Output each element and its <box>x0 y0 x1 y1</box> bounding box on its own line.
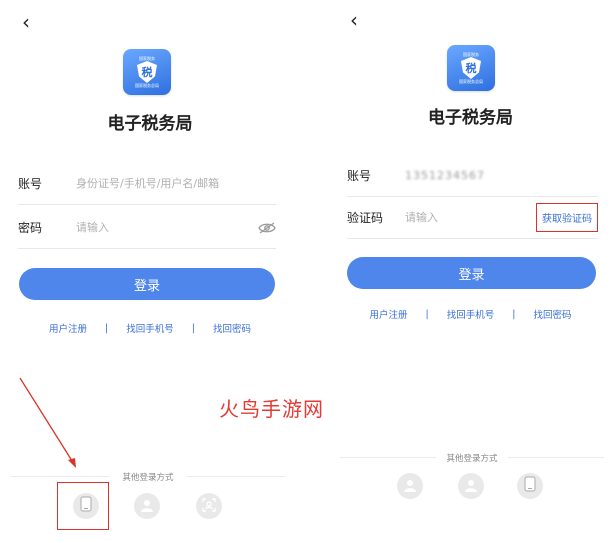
shield-icon: 税 <box>137 61 157 83</box>
other-methods-label: 其他登录方式 <box>446 454 498 464</box>
recover-phone-link[interactable]: 找回手机号 <box>126 321 174 335</box>
login-panel-password: ‹ 国家税务 税 国家税务总局 电子税务局 账号 密码 登录 用户注册 | 找回… <box>0 0 300 543</box>
account-login-option[interactable] <box>134 493 160 519</box>
register-link[interactable]: 用户注册 <box>370 307 408 321</box>
account-row: 账号 <box>18 163 276 205</box>
recover-password-link[interactable]: 找回密码 <box>213 321 251 335</box>
login-panel-sms: ‹ 国家税务 税 国家税务总局 电子税务局 账号 1351234567 验证码 … <box>330 0 611 543</box>
password-input[interactable] <box>76 221 258 234</box>
other-methods-label: 其他登录方式 <box>122 473 174 483</box>
phone-icon <box>524 476 536 496</box>
user-avatar-icon <box>464 477 478 496</box>
app-logo: 国家税务 税 国家税务总局 <box>447 45 495 91</box>
register-link[interactable]: 用户注册 <box>49 321 87 335</box>
recover-password-link[interactable]: 找回密码 <box>533 307 571 321</box>
user-avatar-icon <box>140 497 154 516</box>
app-title: 电子税务局 <box>428 108 513 128</box>
get-code-button[interactable]: 获取验证码 <box>536 203 598 232</box>
code-row: 验证码 获取验证码 <box>347 197 598 239</box>
footer-links: 用户注册 | 找回手机号 | 找回密码 <box>49 321 251 336</box>
app-logo: 国家税务 税 国家税务总局 <box>123 49 171 95</box>
login-button[interactable]: 登录 <box>19 268 275 300</box>
face-scan-icon <box>202 497 216 516</box>
code-input[interactable] <box>405 211 536 224</box>
account-login-option-2[interactable] <box>458 473 484 499</box>
recover-phone-link[interactable]: 找回手机号 <box>447 307 495 321</box>
watermark-text: 火鸟手游网 <box>219 397 324 421</box>
account-input[interactable] <box>76 177 276 190</box>
back-icon[interactable]: ‹ <box>350 8 358 32</box>
account-label: 账号 <box>18 177 43 191</box>
footer-links: 用户注册 | 找回手机号 | 找回密码 <box>369 307 572 322</box>
app-title: 电子税务局 <box>107 114 193 134</box>
phone-login-option[interactable] <box>517 473 543 499</box>
annotation-arrow <box>19 377 76 468</box>
account-row: 账号 1351234567 <box>347 155 598 197</box>
eye-off-icon[interactable] <box>258 221 276 234</box>
login-button[interactable]: 登录 <box>347 257 596 289</box>
face-login-option[interactable] <box>196 493 222 519</box>
password-row: 密码 <box>18 207 276 249</box>
shield-icon: 税 <box>461 57 481 79</box>
account-value[interactable]: 1351234567 <box>405 169 598 182</box>
back-icon[interactable]: ‹ <box>22 10 30 34</box>
code-label: 验证码 <box>347 211 384 225</box>
account-label: 账号 <box>347 169 372 183</box>
user-avatar-icon <box>403 477 417 496</box>
phone-option-highlight <box>57 482 109 530</box>
password-label: 密码 <box>18 221 43 235</box>
account-login-option[interactable] <box>397 473 423 499</box>
